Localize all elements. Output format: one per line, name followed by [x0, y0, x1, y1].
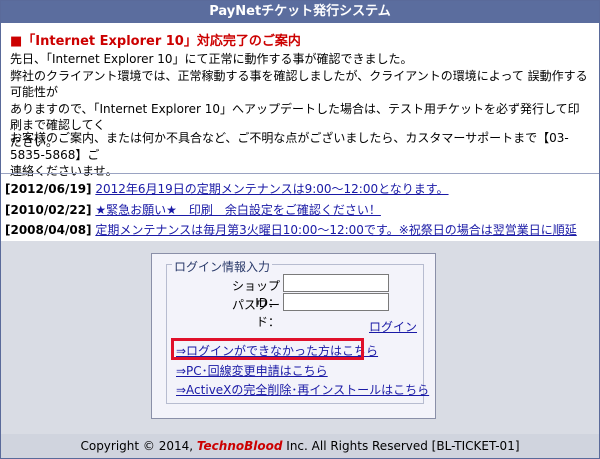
news-link[interactable]: ★緊急お願い★ 印刷 余白設定をご確認ください！ — [95, 203, 381, 217]
page-frame: PayNetチケット発行システム ■「Internet Explorer 10」… — [0, 0, 600, 459]
news-date: [2012/06/19] — [5, 182, 92, 196]
shop-id-input[interactable] — [283, 274, 389, 292]
news-date: [2010/02/22] — [5, 203, 92, 217]
notice-title: ■「Internet Explorer 10」対応完了のご案内 — [10, 34, 301, 49]
notice-line: ありますので、「Internet Explorer 10」へアップデートした場合… — [10, 101, 580, 133]
login-button[interactable]: ログイン — [369, 318, 417, 335]
footer-prefix: Copyright © 2014, — [80, 439, 197, 453]
notice-line: 先日、「Internet Explorer 10」にて正常に動作する事が確認でき… — [10, 52, 413, 66]
news-link[interactable]: 定期メンテナンスは毎月第3火曜日10:00～12:00です。※祝祭日の場合は翌営… — [95, 223, 576, 237]
news-item: [2008/04/08] 定期メンテナンスは毎月第3火曜日10:00～12:00… — [5, 221, 577, 238]
password-label: パスワード： — [231, 298, 280, 329]
highlight-box — [171, 338, 364, 360]
news-date: [2008/04/08] — [5, 223, 92, 237]
support-line: お客様のご案内、または何か不具合など、ご不明な点がございましたら、カスタマーサポ… — [10, 131, 569, 162]
news-link[interactable]: 2012年6月19日の定期メンテナンスは9:00～12:00となります。 — [95, 182, 448, 196]
activex-link[interactable]: ⇒ActiveXの完全削除･再インストールはこちら — [176, 381, 429, 398]
password-input[interactable] — [283, 293, 389, 311]
page-title: PayNetチケット発行システム — [1, 1, 599, 23]
support-line: 連絡くださいませ。 — [10, 164, 118, 178]
divider — [1, 173, 599, 174]
news-item: [2010/02/22] ★緊急お願い★ 印刷 余白設定をご確認ください！ — [5, 201, 381, 218]
login-panel: ログイン情報入力 ショップID： パスワード： ログイン ⇒ログインができなかっ… — [151, 253, 436, 419]
news-item: [2012/06/19] 2012年6月19日の定期メンテナンスは9:00～12… — [5, 180, 449, 197]
footer-suffix: Inc. All Rights Reserved [BL-TICKET-01] — [282, 439, 520, 453]
footer: Copyright © 2014, TechnoBlood Inc. All R… — [1, 434, 599, 458]
pc-change-link[interactable]: ⇒PC･回線変更申請はこちら — [176, 362, 328, 379]
login-legend: ログイン情報入力 — [172, 258, 273, 275]
notice-line: 弊社のクライアント環境では、正常稼動する事を確認しましたが、クライアントの環境に… — [10, 68, 588, 100]
brand-logo: TechnoBlood — [196, 439, 283, 453]
